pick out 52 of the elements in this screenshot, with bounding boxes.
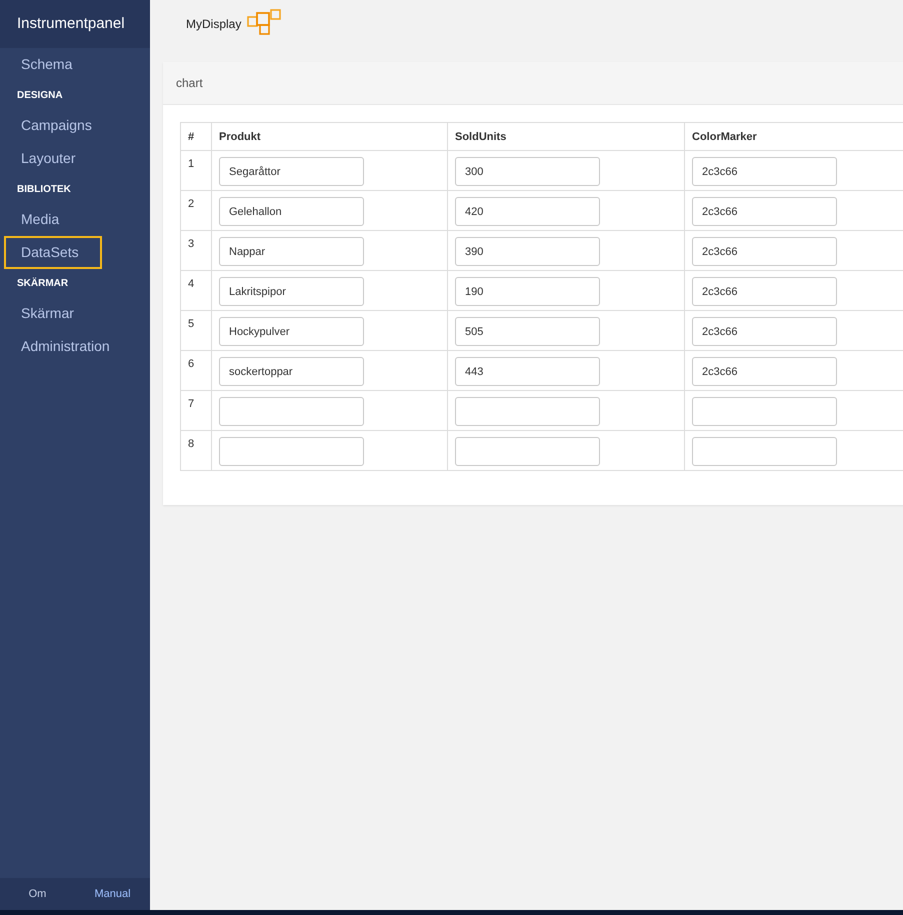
column-header: Produkt [219,130,261,142]
sidebar-item[interactable]: Layouter [0,142,146,175]
input-field[interactable]: Hockypulver [219,317,364,346]
input-field[interactable]: 420 [455,197,600,226]
row-number: 1 [188,158,194,170]
row-number: 6 [188,358,194,370]
manual-link[interactable]: Manual [75,888,150,900]
section-heading: DESIGNA [16,89,64,103]
column-header: ColorMarker [692,130,757,142]
sidebar-item[interactable]: Skärmar [0,297,146,330]
input-field[interactable]: 2c3c66 [692,277,837,306]
input-field[interactable] [219,437,364,466]
input-field[interactable]: 2c3c66 [692,237,837,266]
row-number: 2 [188,198,194,210]
input-field[interactable] [219,397,364,426]
input-field[interactable]: Segaråttor [219,157,364,186]
input-field[interactable] [455,397,600,426]
panel-title: chart [176,76,203,90]
app-title: Instrumentpanel [0,0,150,48]
input-field[interactable] [692,437,837,466]
row-number: 5 [188,318,194,330]
input-field[interactable]: 443 [455,357,600,386]
sidebar-item[interactable]: DataSets [4,236,102,269]
sidebar-item[interactable]: Schema [0,48,146,81]
brand-name: MyDisplay [186,17,242,31]
row-number: 8 [188,438,194,450]
input-field[interactable]: 190 [455,277,600,306]
input-field[interactable]: 2c3c66 [692,197,837,226]
column-header: SoldUnits [455,130,506,142]
input-field[interactable] [692,397,837,426]
input-field[interactable]: 390 [455,237,600,266]
row-number: 3 [188,238,194,250]
input-field[interactable]: 2c3c66 [692,157,837,186]
input-field[interactable]: Gelehallon [219,197,364,226]
squares-logo-icon [247,9,282,35]
input-field[interactable] [455,437,600,466]
sidebar-item[interactable]: Media [0,203,146,236]
input-field[interactable]: 505 [455,317,600,346]
section-heading: SKÄRMAR [16,276,70,291]
sidebar-item[interactable]: Campaigns [0,109,146,142]
input-field[interactable]: 2c3c66 [692,317,837,346]
input-field[interactable]: sockertoppar [219,357,364,386]
footer-link[interactable]: Om [0,888,75,900]
section-heading: BIBLIOTEK [16,183,72,197]
input-field[interactable]: 300 [455,157,600,186]
sidebar-item[interactable]: Administration [0,330,146,363]
input-field[interactable]: 2c3c66 [692,357,837,386]
row-number: 7 [188,398,194,410]
input-field[interactable]: Nappar [219,237,364,266]
input-field[interactable]: Lakritspipor [219,277,364,306]
row-number: 4 [188,278,194,290]
column-header: # [188,130,194,142]
